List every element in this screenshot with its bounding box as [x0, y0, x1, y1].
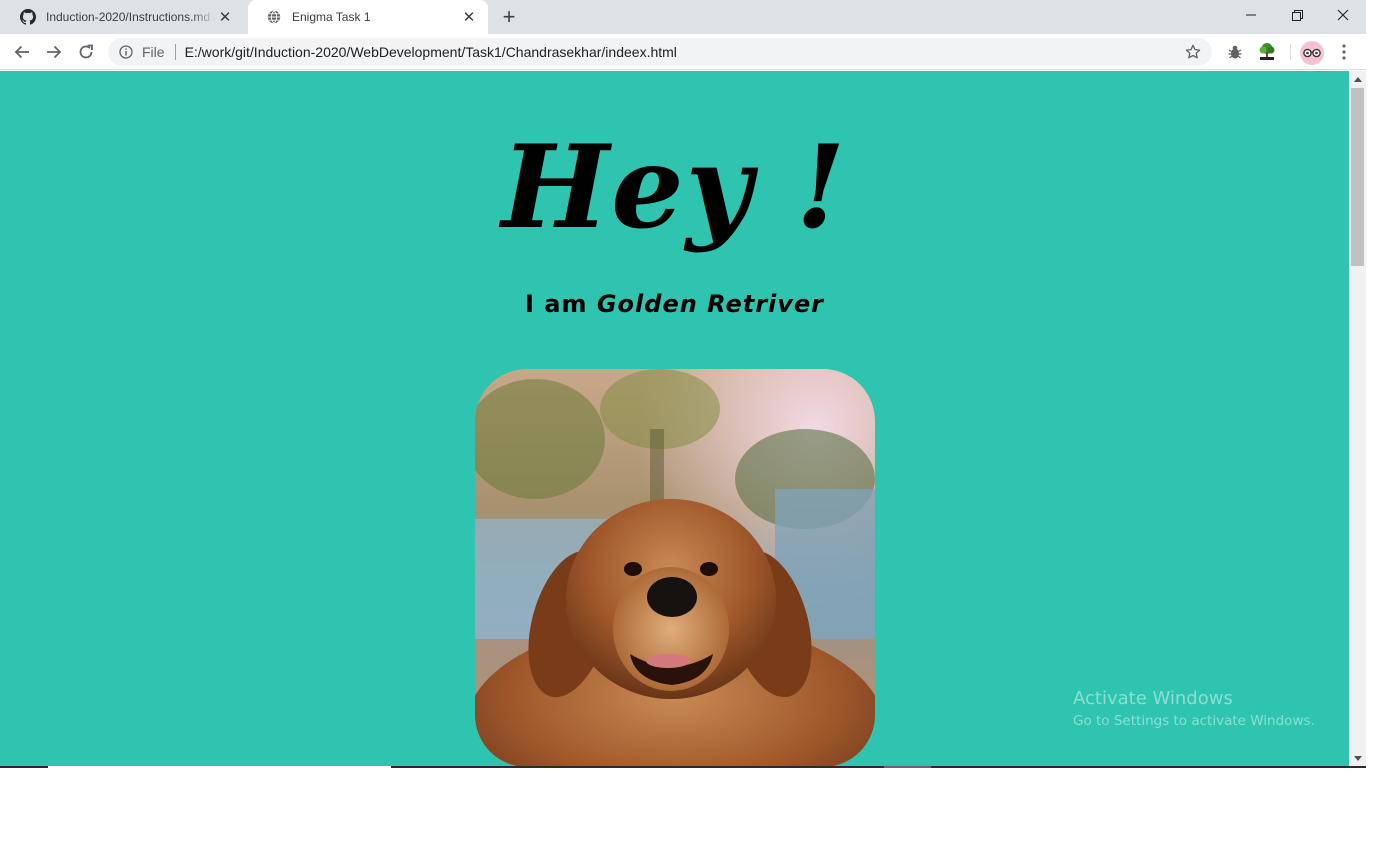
page-body: Hey ! I am Golden Retriver Activate Wind… — [0, 71, 1349, 767]
tab-title: Induction-2020/Instructions.md at — [46, 10, 216, 24]
globe-icon — [266, 9, 282, 25]
tab-enigma-task[interactable]: Enigma Task 1 ✕ — [248, 0, 488, 34]
window-bottom-edge — [0, 766, 1366, 768]
arrow-left-icon — [14, 45, 29, 59]
page-viewport: Hey ! I am Golden Retriver Activate Wind… — [0, 71, 1366, 767]
vertical-scrollbar[interactable] — [1349, 71, 1366, 767]
tree-extension-icon[interactable] — [1256, 41, 1278, 63]
close-icon — [1337, 9, 1349, 21]
info-icon[interactable] — [118, 44, 134, 60]
tab-strip: Induction-2020/Instructions.md at ✕ Enig… — [0, 0, 1366, 34]
reload-button[interactable] — [72, 38, 100, 66]
more-vert-icon — [1342, 44, 1346, 60]
new-tab-button[interactable]: + — [498, 6, 520, 28]
close-tab-icon[interactable]: ✕ — [460, 8, 478, 26]
chrome-menu-button[interactable] — [1333, 41, 1355, 63]
subtitle-prefix: I am — [524, 290, 588, 318]
scroll-down-arrow-icon[interactable] — [1349, 750, 1366, 767]
scheme-label: File — [142, 44, 165, 60]
activate-windows-watermark: Activate Windows Go to Settings to activ… — [1073, 688, 1315, 729]
watermark-title: Activate Windows — [1073, 688, 1233, 709]
highlight-segment — [884, 766, 931, 768]
back-button[interactable] — [8, 38, 36, 66]
restore-button[interactable] — [1274, 0, 1320, 30]
tab-title: Enigma Task 1 — [292, 10, 371, 24]
close-window-button[interactable] — [1320, 0, 1366, 30]
golden-retriever-photo — [475, 369, 875, 767]
scroll-thumb[interactable] — [1351, 88, 1364, 266]
bookmark-star-icon[interactable] — [1184, 43, 1202, 61]
address-bar[interactable]: File E:/work/git/Induction-2020/WebDevel… — [108, 38, 1212, 66]
subtitle-breed: Golden Retriver — [596, 290, 825, 318]
minimize-icon — [1246, 14, 1256, 16]
restore-icon — [1291, 9, 1303, 21]
page-subtitle: I am Golden Retriver — [0, 290, 1349, 318]
scroll-up-arrow-icon[interactable] — [1349, 71, 1366, 88]
address-separator — [174, 44, 176, 60]
github-icon — [20, 9, 36, 25]
page-heading: Hey ! — [501, 120, 848, 254]
tab-github-instructions[interactable]: Induction-2020/Instructions.md at ✕ — [2, 0, 244, 34]
close-tab-icon[interactable]: ✕ — [216, 8, 234, 26]
reload-icon — [79, 44, 93, 59]
forward-button[interactable] — [40, 38, 68, 66]
arrow-right-icon — [47, 45, 62, 59]
minimize-button[interactable] — [1228, 0, 1274, 30]
highlight-segment — [48, 766, 391, 768]
glasses-icon — [1303, 48, 1321, 58]
browser-toolbar: File E:/work/git/Induction-2020/WebDevel… — [0, 34, 1366, 70]
profile-avatar[interactable] — [1300, 41, 1324, 65]
bug-extension-icon[interactable] — [1224, 41, 1246, 63]
url-text[interactable]: E:/work/git/Induction-2020/WebDevelopmen… — [185, 44, 677, 60]
watermark-subtitle: Go to Settings to activate Windows. — [1073, 713, 1315, 729]
toolbar-divider — [1290, 44, 1291, 60]
